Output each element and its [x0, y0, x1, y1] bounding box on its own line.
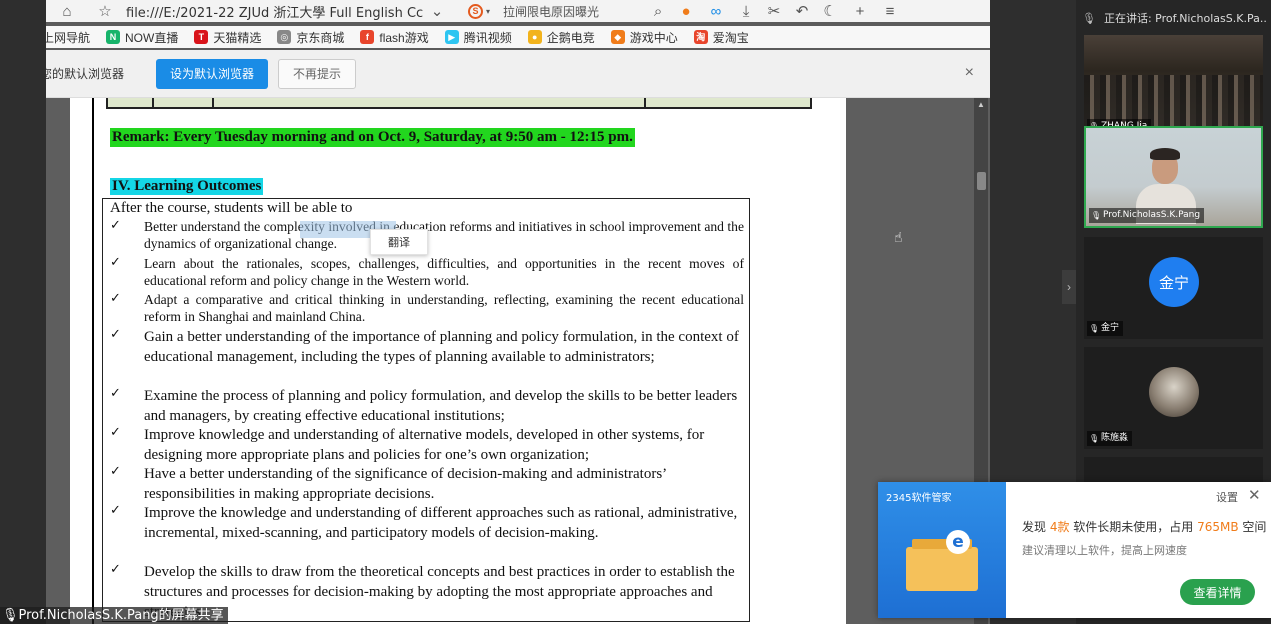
gamepad-icon: ◆ — [610, 30, 625, 44]
active-speaker-video-tile[interactable]: Prof.NicholasS.K.Pang — [1084, 126, 1263, 228]
bookmark-penguin-esports[interactable]: ● 企鹅电竞 — [527, 29, 595, 46]
scrollbar-thumb[interactable] — [977, 172, 986, 190]
outcome-text: Adapt a comparative and critical thinkin… — [144, 292, 744, 324]
taobao-icon: 淘 — [693, 30, 708, 44]
view-details-button[interactable]: 查看详情 — [1180, 579, 1255, 605]
globe-icon: ◎ — [277, 30, 292, 44]
learning-outcomes-intro: After the course, students will be able … — [110, 200, 353, 216]
dropdown-arrow-icon[interactable]: ▾ — [483, 0, 493, 22]
new-tab-icon[interactable]: + — [849, 0, 871, 22]
checkmark-icon: ✓ — [110, 464, 121, 479]
checkmark-icon: ✓ — [110, 218, 121, 233]
avatar — [1149, 367, 1199, 417]
search-engine-logo[interactable]: S — [468, 3, 483, 19]
outcome-text: Improve the knowledge and understanding … — [144, 505, 738, 541]
checkmark-icon: ✓ — [110, 327, 121, 342]
participant-name: Prof.NicholasS.K.Pang — [1089, 208, 1205, 223]
outcome-text: Better understand the complexity involve… — [144, 219, 744, 251]
outcome-text: Examine the process of planning and poli… — [144, 388, 738, 424]
browser-e-icon: e — [946, 530, 970, 554]
screen-share-view: ⌂ ☆ file:///E:/2021-22 ZJUd 浙江大學 Full En… — [0, 0, 1271, 624]
notification-message: 发现 4款 软件长期未使用，占用 765MB 空间 — [1022, 520, 1267, 534]
table-divider — [644, 98, 646, 109]
shared-browser-window: ⌂ ☆ file:///E:/2021-22 ZJUd 浙江大學 Full En… — [46, 0, 990, 624]
chevron-down-icon[interactable]: ⌄ — [426, 0, 448, 22]
panel-collapse-handle[interactable]: › — [1062, 270, 1076, 304]
participant-video-tile[interactable]: 陈施淼 — [1084, 347, 1263, 449]
mouse-cursor-icon: ☝ — [894, 230, 903, 246]
checkmark-icon: ✓ — [110, 503, 121, 518]
checkmark-icon: ✓ — [110, 255, 121, 270]
bookmark-flash-games[interactable]: f flash游戏 — [360, 29, 429, 46]
bookmark-tencent-video[interactable]: ▶ 腾讯视频 — [444, 29, 512, 46]
current-speaker-label: 🎙 正在讲话: Prof.NicholasS.K.Pa... — [1082, 11, 1267, 26]
bookmark-now-live[interactable]: N NOW直播 — [106, 29, 178, 46]
box-illustration-icon — [906, 539, 978, 591]
search-suggestion[interactable]: 拉闸限电原因曝光 — [503, 3, 599, 20]
section-heading: IV. Learning Outcomes — [110, 178, 264, 195]
participant-video-tile[interactable]: 金宁 金宁 — [1084, 237, 1263, 339]
browser-toolbar: ⌂ ☆ file:///E:/2021-22 ZJUd 浙江大學 Full En… — [46, 0, 990, 22]
bookmark-tmall[interactable]: T 天猫精选 — [194, 29, 261, 46]
previous-table-fragment — [106, 98, 812, 109]
penguin-icon: ● — [527, 30, 542, 44]
flash-icon: f — [360, 30, 375, 44]
outcome-text: Gain a better understanding of the impor… — [144, 329, 739, 365]
home-icon[interactable]: ⌂ — [56, 0, 78, 22]
table-divider — [212, 98, 214, 109]
play-icon: ▶ — [444, 30, 459, 44]
bookmark-game-center[interactable]: ◆ 游戏中心 — [610, 29, 678, 46]
participant-name: 金宁 — [1087, 321, 1124, 336]
document-viewer: Remark: Every Tuesday morning and on Oct… — [46, 98, 990, 624]
software-manager-notification: 2345软件管家 e 设置 ✕ 发现 4款 软件长期未使用，占用 765MB 空… — [878, 482, 1271, 618]
microphone-icon: 🎙 — [2, 608, 19, 623]
infobar-message: 您的默认浏览器 — [46, 67, 125, 81]
close-icon[interactable]: ✕ — [1248, 486, 1261, 504]
bookmark-jd[interactable]: ◎ 京东商城 — [277, 29, 344, 46]
checkmark-icon: ✓ — [110, 425, 121, 440]
checkmark-icon: ✓ — [110, 562, 121, 577]
download-icon[interactable]: ⤓ — [735, 0, 757, 22]
close-icon[interactable]: × — [965, 64, 974, 82]
screen-share-caption: 🎙Prof.NicholasS.K.Pang的屏幕共享 — [0, 607, 228, 624]
now-icon: N — [106, 30, 121, 44]
outcome-text: Develop the skills to draw from the theo… — [144, 564, 735, 620]
translate-popup-button[interactable]: 翻译 — [370, 229, 428, 255]
page-border-left — [92, 98, 94, 624]
menu-icon[interactable]: ≡ — [879, 0, 901, 22]
outcome-text: Have a better understanding of the signi… — [144, 466, 667, 502]
game-controller-icon[interactable]: ● — [675, 0, 697, 22]
moon-icon[interactable]: ☾ — [819, 0, 841, 22]
bookmarks-bar: 上网导航 N NOW直播 T 天猫精选 ◎ 京东商城 f flash游戏 ▶ 腾讯视频 ●… — [46, 26, 990, 48]
outcome-text: Improve knowledge and understanding of a… — [144, 427, 705, 463]
scroll-up-arrow-icon[interactable]: ▲ — [974, 100, 988, 112]
document-page: Remark: Every Tuesday morning and on Oct… — [70, 98, 846, 624]
notification-settings-link[interactable]: 设置 — [1216, 489, 1238, 505]
notification-banner: 2345软件管家 e — [878, 482, 1006, 618]
checkmark-icon: ✓ — [110, 386, 121, 401]
star-icon[interactable]: ☆ — [94, 0, 116, 22]
avatar: 金宁 — [1149, 257, 1199, 307]
outcome-text: Learn about the rationales, scopes, chal… — [144, 256, 744, 288]
table-divider — [152, 98, 154, 109]
tmall-icon: T — [194, 30, 209, 44]
default-browser-infobar: 您的默认浏览器 设为默认浏览器 不再提示 × — [46, 50, 990, 98]
infinity-icon[interactable]: ∞ — [705, 0, 727, 22]
participant-name: 陈施淼 — [1087, 431, 1133, 446]
undo-icon[interactable]: ↶ — [791, 0, 813, 22]
dont-show-again-button[interactable]: 不再提示 — [278, 58, 356, 89]
checkmark-icon: ✓ — [110, 291, 121, 306]
participant-video-tile[interactable]: ZHANG Jia — [1084, 35, 1263, 137]
notification-brand: 2345软件管家 — [886, 493, 952, 504]
bookmark-nav[interactable]: 上网导航 — [46, 29, 90, 46]
search-icon[interactable]: ⌕ — [647, 0, 669, 22]
scissors-icon[interactable]: ✂ — [763, 0, 785, 22]
bookmark-ai-taobao[interactable]: 淘爱淘宝 — [693, 29, 749, 46]
address-bar[interactable]: file:///E:/2021-22 ZJUd 浙江大學 Full Englis… — [126, 2, 426, 21]
schedule-remark: Remark: Every Tuesday morning and on Oct… — [110, 128, 635, 147]
microphone-icon: 🎙 — [1082, 11, 1096, 25]
notification-suggestion: 建议清理以上软件，提高上网速度 — [1022, 544, 1187, 557]
set-default-browser-button[interactable]: 设为默认浏览器 — [156, 58, 268, 89]
